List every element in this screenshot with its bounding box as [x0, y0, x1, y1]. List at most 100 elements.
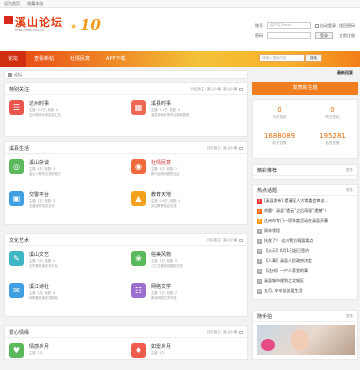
forum-item[interactable]: ✎ 溪山文艺 主题: 2万, 帖数: 5 文学爱好者交流平台 [5, 248, 125, 278]
hot-topic-item[interactable]: 10 五月, 辛辛苦苦爱生活 [253, 286, 357, 296]
featured-header: 精彩推荐 更多 [253, 165, 357, 176]
forum-name[interactable]: 社情民意 [151, 159, 171, 166]
hot-topic-item[interactable]: 3 达州市专门一项年度活动在溪县开幕 [253, 216, 357, 226]
hot-header: 热点话题 更多 [253, 185, 357, 196]
nav-forum[interactable]: 论坛 [0, 51, 27, 67]
snapshot-photo[interactable] [257, 325, 355, 355]
auto-login-checkbox[interactable]: 自动登录 [315, 22, 336, 29]
forum-name[interactable]: 教育天地 [151, 191, 171, 198]
collapse-icon[interactable] [239, 146, 243, 150]
forum-name[interactable]: 溪县时事 [151, 100, 171, 107]
checkbox-icon [315, 24, 319, 28]
forum-icon: ☷ [131, 283, 146, 298]
photo-more-link[interactable]: 更多 [346, 314, 353, 319]
collapse-icon[interactable] [239, 238, 243, 242]
top-bar: 设为首页 收藏本站 [0, 0, 360, 8]
forgot-password-link[interactable]: 找回密码 [339, 22, 355, 29]
favorite-link[interactable]: 收藏本站 [27, 1, 43, 6]
newest-replies-label[interactable]: 最新回复 [337, 70, 353, 76]
search-input[interactable]: 请输入搜索内容 [259, 54, 305, 62]
forum-name[interactable]: 溪江诗社 [29, 283, 49, 290]
hot-topic-item[interactable]: 7 【人事】溪县人民政府决定 [253, 256, 357, 266]
forum-name[interactable]: 交警平台 [29, 191, 49, 198]
forum-icon: ☰ [9, 100, 24, 115]
forum-stats-panel: 0 今日发帖 0 昨日发帖 1688089 帖子总数 195281 会员总数 [252, 99, 358, 159]
forum-desc: 交通违章信息交流 [29, 204, 55, 208]
forum-desc: 文学爱好者交流平台 [29, 264, 58, 268]
forum-item[interactable]: ▲ 教育天地 主题: 0.6万, 帖数: 4 关注教育信息交流 [127, 188, 247, 218]
forum-item[interactable]: ▣ 交警平台 主题: 1万, 帖数: 3 交通违章信息交流 [5, 188, 125, 218]
forum-item[interactable]: ☰ 达州时事 主题: 3.1万, 帖数: 8 达州新闻头条信息汇总 [5, 97, 125, 127]
photo-title: 随手拍 [257, 314, 273, 320]
stat-members: 195281 会员总数 [319, 132, 346, 145]
anniversary-number: 10 [80, 16, 101, 34]
hot-topic-item[interactable]: 4 周末领悟 [253, 226, 357, 236]
photo-box: 随手拍 更多 [252, 310, 358, 360]
forum-name[interactable]: 情感乡月 [29, 343, 49, 350]
forum-name[interactable]: 俗美风物 [151, 251, 171, 258]
hot-title: 热点话题 [257, 188, 278, 194]
forum-item[interactable]: ✉ 溪江诗社 主题: 1万, 帖数: 6 诗歌爱好者交流园地 [5, 280, 125, 310]
logo-flag-icon [4, 16, 13, 24]
category-header: 特别关注 分区版主: 溪山小编, 溪山小编 [5, 83, 247, 95]
register-link[interactable]: 立即注册 [339, 32, 355, 39]
logo-url: http://bbs.xsu.cn [15, 28, 45, 32]
collapse-icon[interactable] [239, 87, 243, 91]
breadcrumb-item[interactable]: 论坛 [14, 72, 22, 77]
forum-name[interactable]: 溪山文艺 [29, 251, 49, 258]
nav-app-download[interactable]: APP下载 [98, 51, 133, 67]
category-moderators: 分区版主: 溪山小编, 溪山小编 [190, 87, 243, 92]
star-icon: ★ [70, 22, 78, 31]
hot-topic-item[interactable]: 6 【公示】6月1日起已签约 [253, 246, 357, 256]
forum-desc: 原创网络文学作品 [151, 296, 177, 300]
forum-item[interactable]: ▦ 溪县时事 主题: 1.1万, 帖数: 9 溪县本地时事热点新闻报道 [127, 97, 247, 127]
forum-item[interactable]: ◉ 社情民意 主题: 1万, 帖数: 2 群众反映问题的社区 [127, 156, 247, 186]
set-homepage-link[interactable]: 设为首页 [4, 1, 20, 6]
hot-topic-list: 1 [溪县发布] 提请区人大常委会审议... 2 命题！溪县“遗云”之后再现“遗憾”… [253, 196, 357, 296]
forum-desc: 关注教育信息交流 [151, 204, 177, 208]
featured-box: 精彩推荐 更多 [252, 164, 358, 180]
forum-item[interactable]: ◎ 溪山杂谈 主题: 4万, 帖数: 3 溪山人聊天交流的地方 [5, 156, 125, 186]
category-title[interactable]: 特别关注 [9, 86, 29, 93]
stat-today: 0 今日发帖 [272, 106, 287, 119]
forum-stats: 主题: 1万 [29, 351, 43, 355]
forum-item[interactable]: ❀ 俗美风物 主题: 1万, 帖数: 5 三汇古镇风景摄影交流 [127, 248, 247, 278]
forum-name[interactable]: 达州时事 [29, 100, 49, 107]
forum-list: 特别关注 分区版主: 溪山小编, 溪山小编 ☰ 达州时事 主题: 3.1万, 帖… [4, 82, 248, 360]
search-button[interactable]: 搜索 [305, 54, 322, 62]
hot-topic-item[interactable]: 2 命题！溪县“遗云”之后再现“遗憾”！ [253, 206, 357, 216]
password-label: 密码 [255, 33, 263, 38]
forum-item[interactable]: ♦ 如雷乡月 主题: 1万 [127, 340, 247, 370]
category-title[interactable]: 爱心情缘 [9, 329, 29, 336]
hot-topic-item[interactable]: 8 【达州】一户人家里的事 [253, 266, 357, 276]
featured-more-link[interactable]: 更多 [346, 168, 353, 173]
hot-topic-item[interactable]: 5 扶贫了？ 达川警方捣毁窝点 [253, 236, 357, 246]
hot-more-link[interactable]: 更多 [346, 188, 353, 193]
category-header: 文化艺术 分区版主: 溪山小编 [5, 234, 247, 246]
forum-icon: ◎ [9, 159, 24, 174]
category-title[interactable]: 文化艺术 [9, 237, 29, 244]
auto-login-label: 自动登录 [320, 23, 336, 28]
category-title[interactable]: 溪县生活 [9, 145, 29, 152]
forum-item[interactable]: ♥ 情感乡月 主题: 1万 [5, 340, 125, 370]
anniversary-badge: ★ 10 [70, 16, 106, 42]
hot-topic-item[interactable]: 9 溪县城市规划之北城区 [253, 276, 357, 286]
featured-title: 精彩推荐 [257, 168, 278, 174]
forum-name[interactable]: 如雷乡月 [151, 343, 171, 350]
forum-name[interactable]: 网络文学 [151, 283, 171, 290]
username-input[interactable]: 用户名/Email [267, 22, 311, 29]
forum-desc: 诗歌爱好者交流园地 [29, 296, 58, 300]
home-icon[interactable] [8, 73, 12, 77]
password-input[interactable] [267, 32, 311, 39]
forum-desc: 达州新闻头条信息汇总 [29, 113, 61, 117]
nav-public-opinion[interactable]: 社情民意 [62, 51, 98, 67]
collapse-icon[interactable] [239, 330, 243, 334]
nav-new-posts[interactable]: 查看新帖 [26, 51, 62, 67]
category-special: 特别关注 分区版主: 溪山小编, 溪山小编 ☰ 达州时事 主题: 3.1万, 帖… [4, 82, 248, 137]
forum-item[interactable]: ☷ 网络文学 主题: 1万, 帖数: 2 原创网络文学作品 [127, 280, 247, 310]
login-button[interactable]: 登录 [315, 32, 333, 39]
hot-topic-item[interactable]: 1 [溪县发布] 提请区人大常委会审议... [253, 196, 357, 206]
forum-name[interactable]: 溪山杂谈 [29, 159, 49, 166]
site-logo[interactable]: 溪山论坛 http://bbs.xsu.cn [4, 14, 66, 42]
new-topic-button[interactable]: 发表新主题 [252, 82, 358, 95]
